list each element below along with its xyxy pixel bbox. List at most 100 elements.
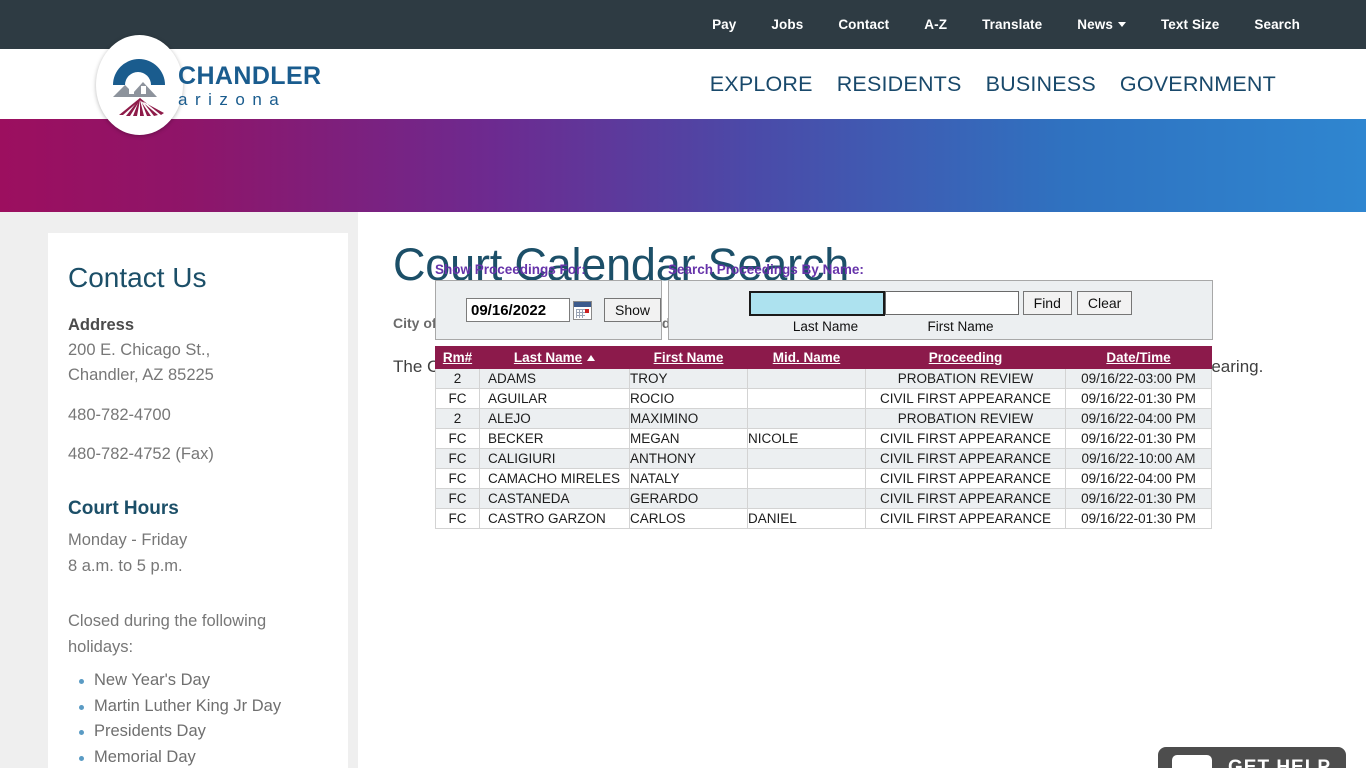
sidebar-fax[interactable]: 480-782-4752 (Fax) xyxy=(68,442,320,468)
results-table-body: 2 ADAMS TROY PROBATION REVIEW 09/16/22-0… xyxy=(435,368,1212,529)
utility-link-text-size[interactable]: Text Size xyxy=(1161,17,1219,32)
cell-first-name: TROY xyxy=(629,368,748,389)
list-item: Martin Luther King Jr Day xyxy=(79,694,320,720)
cell-room: FC xyxy=(435,448,480,469)
cell-room: FC xyxy=(435,468,480,489)
cell-date-time: 09/16/22-01:30 PM xyxy=(1065,428,1212,449)
cell-mid-name xyxy=(747,408,866,429)
cell-room: FC xyxy=(435,388,480,409)
site-logo[interactable]: CHANDLER arizona xyxy=(96,35,328,135)
cell-date-time: 09/16/22-10:00 AM xyxy=(1065,448,1212,469)
utility-link-jobs[interactable]: Jobs xyxy=(771,17,803,32)
last-name-input[interactable] xyxy=(748,290,885,316)
cell-room: 2 xyxy=(435,368,480,389)
chandler-logo-mark-icon xyxy=(107,55,173,117)
utility-link-contact[interactable]: Contact xyxy=(838,17,889,32)
list-item: New Year's Day xyxy=(79,668,320,694)
last-name-label: Last Name xyxy=(792,318,859,334)
column-header-proceeding[interactable]: Proceeding xyxy=(865,346,1066,369)
proceedings-results-table: Rm# Last Name First Name Mid. Name Proce… xyxy=(435,346,1212,529)
cell-date-time: 09/16/22-03:00 PM xyxy=(1065,368,1212,389)
clear-button[interactable]: Clear xyxy=(1076,290,1133,316)
column-header-date-time[interactable]: Date/Time xyxy=(1065,346,1212,369)
cell-mid-name xyxy=(747,388,866,409)
name-labels-row: Last Name First Name xyxy=(679,319,1202,334)
cell-first-name: NATALY xyxy=(629,468,748,489)
show-button[interactable]: Show xyxy=(604,297,662,323)
logo-text-chandler: CHANDLER xyxy=(178,62,322,90)
cell-proceeding: CIVIL FIRST APPEARANCE xyxy=(865,448,1066,469)
cell-first-name: MEGAN xyxy=(629,428,748,449)
show-proceedings-box: Show xyxy=(435,280,662,340)
cell-first-name: ROCIO xyxy=(629,388,748,409)
show-proceedings-label: Show Proceedings For: xyxy=(435,262,586,277)
sort-ascending-icon xyxy=(587,355,596,361)
table-row[interactable]: 2 ALEJO MAXIMINO PROBATION REVIEW 09/16/… xyxy=(435,408,1212,429)
utility-link-a-z[interactable]: A-Z xyxy=(924,17,947,32)
utility-link-news-label: News xyxy=(1077,17,1113,32)
cell-last-name: CALIGIURI xyxy=(479,448,630,469)
cell-room: FC xyxy=(435,488,480,509)
sidebar-closed-note-2: holidays: xyxy=(68,637,134,656)
table-row[interactable]: FC BECKER MEGAN NICOLE CIVIL FIRST APPEA… xyxy=(435,428,1212,449)
cell-first-name: CARLOS xyxy=(629,508,748,529)
cell-last-name: CASTRO GARZON xyxy=(479,508,630,529)
cell-proceeding: PROBATION REVIEW xyxy=(865,368,1066,389)
main-nav-explore[interactable]: EXPLORE xyxy=(710,72,813,97)
cell-mid-name xyxy=(747,468,866,489)
sidebar-phone[interactable]: 480-782-4700 xyxy=(68,403,320,429)
chevron-down-icon xyxy=(1117,22,1126,27)
column-header-mid-name[interactable]: Mid. Name xyxy=(747,346,866,369)
main-nav-residents[interactable]: RESIDENTS xyxy=(837,72,962,97)
table-row[interactable]: 2 ADAMS TROY PROBATION REVIEW 09/16/22-0… xyxy=(435,368,1212,389)
utility-link-translate[interactable]: Translate xyxy=(982,17,1042,32)
main-header: CHANDLER arizona EXPLORE RESIDENTS BUSIN… xyxy=(0,35,1366,135)
utility-link-pay[interactable]: Pay xyxy=(712,17,736,32)
cell-room: FC xyxy=(435,508,480,529)
court-calendar-search-app: Show Proceedings For: Show Search Procee… xyxy=(435,262,1213,529)
find-button[interactable]: Find xyxy=(1022,290,1072,316)
name-inputs-row: Find Clear xyxy=(679,290,1202,316)
search-panels-row: Show Proceedings For: Show Search Procee… xyxy=(435,262,1213,340)
cell-date-time: 09/16/22-01:30 PM xyxy=(1065,508,1212,529)
list-item: Memorial Day xyxy=(79,745,320,768)
logo-text-arizona: arizona xyxy=(178,90,287,109)
get-help-widget[interactable]: GET HELP xyxy=(1158,747,1346,768)
sidebar-closed-note-1: Closed during the following xyxy=(68,612,267,631)
cell-mid-name xyxy=(747,368,866,389)
table-row[interactable]: FC AGUILAR ROCIO CIVIL FIRST APPEARANCE … xyxy=(435,388,1212,409)
sidebar-address-line1: 200 E. Chicago St., xyxy=(68,340,211,359)
main-nav-government[interactable]: GOVERNMENT xyxy=(1120,72,1276,97)
get-help-label: GET HELP xyxy=(1228,757,1332,768)
cell-date-time: 09/16/22-04:00 PM xyxy=(1065,408,1212,429)
sidebar-hours-days: Monday - Friday xyxy=(68,531,188,550)
utility-link-search[interactable]: Search xyxy=(1254,17,1300,32)
table-row[interactable]: FC CAMACHO MIRELES NATALY CIVIL FIRST AP… xyxy=(435,468,1212,489)
calendar-icon[interactable] xyxy=(573,300,592,320)
date-input[interactable] xyxy=(466,298,570,322)
cell-proceeding: PROBATION REVIEW xyxy=(865,408,1066,429)
cell-room: FC xyxy=(435,428,480,449)
column-header-room[interactable]: Rm# xyxy=(435,346,480,369)
utility-link-news[interactable]: News xyxy=(1077,17,1126,32)
table-row[interactable]: FC CASTANEDA GERARDO CIVIL FIRST APPEARA… xyxy=(435,488,1212,509)
cell-mid-name xyxy=(747,488,866,509)
first-name-input[interactable] xyxy=(884,291,1019,315)
contact-us-card: Contact Us Address 200 E. Chicago St., C… xyxy=(48,233,348,768)
sidebar-hours-time: 8 a.m. to 5 p.m. xyxy=(68,556,183,575)
cell-room: 2 xyxy=(435,408,480,429)
table-row[interactable]: FC CALIGIURI ANTHONY CIVIL FIRST APPEARA… xyxy=(435,448,1212,469)
search-by-name-label: Search Proceedings By Name: xyxy=(668,262,864,277)
column-header-last-name[interactable]: Last Name xyxy=(479,346,630,369)
search-by-name-box: Find Clear Last Name First Name xyxy=(668,280,1213,340)
table-row[interactable]: FC CASTRO GARZON CARLOS DANIEL CIVIL FIR… xyxy=(435,508,1212,529)
sidebar-court-hours-heading: Court Hours xyxy=(68,498,179,520)
results-table-head: Rm# Last Name First Name Mid. Name Proce… xyxy=(435,346,1212,369)
column-header-first-name[interactable]: First Name xyxy=(629,346,748,369)
cell-proceeding: CIVIL FIRST APPEARANCE xyxy=(865,508,1066,529)
chat-bubble-icon xyxy=(1172,755,1212,768)
cell-mid-name: NICOLE xyxy=(747,428,866,449)
list-item: Presidents Day xyxy=(79,719,320,745)
main-nav-business[interactable]: BUSINESS xyxy=(986,72,1096,97)
cell-last-name: CAMACHO MIRELES xyxy=(479,468,630,489)
